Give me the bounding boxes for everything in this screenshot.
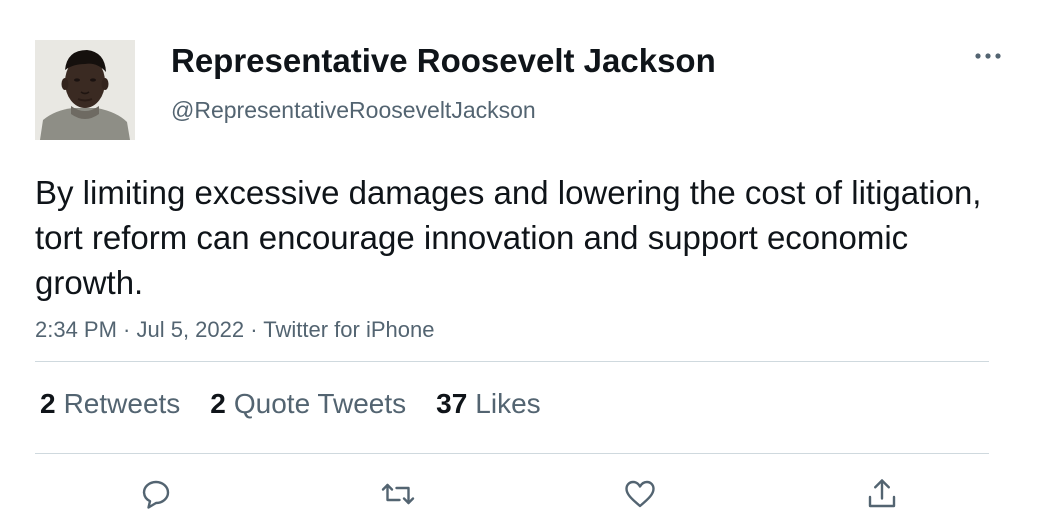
- quote-tweets-count: 2: [210, 388, 226, 419]
- author-display-name[interactable]: Representative Roosevelt Jackson: [171, 42, 716, 80]
- retweets-label: Retweets: [63, 388, 181, 419]
- retweets-count: 2: [40, 388, 56, 419]
- retweets-stat[interactable]: 2 Retweets: [40, 388, 180, 420]
- more-options-button[interactable]: [968, 44, 1008, 68]
- share-button[interactable]: [862, 474, 902, 514]
- quote-tweets-stat[interactable]: 2 Quote Tweets: [210, 388, 406, 420]
- divider: [35, 453, 989, 454]
- likes-stat[interactable]: 37 Likes: [436, 388, 541, 420]
- tweet-card: Representative Roosevelt Jackson @Repres…: [0, 0, 1050, 525]
- likes-count: 37: [436, 388, 468, 419]
- likes-label: Likes: [475, 388, 541, 419]
- engagement-stats: 2 Retweets 2 Quote Tweets 37 Likes: [40, 388, 571, 420]
- retweet-icon: [381, 483, 415, 505]
- reply-button[interactable]: [136, 474, 176, 514]
- retweet-button[interactable]: [378, 474, 418, 514]
- reply-icon: [142, 480, 170, 509]
- more-horizontal-icon: [975, 53, 1001, 59]
- share-icon: [868, 479, 896, 508]
- author-handle[interactable]: @RepresentativeRooseveltJackson: [171, 97, 536, 124]
- divider: [35, 361, 989, 362]
- avatar[interactable]: [35, 40, 135, 140]
- tweet-text: By limiting excessive damages and loweri…: [35, 174, 982, 301]
- tweet-timestamp-source[interactable]: 2:34 PM · Jul 5, 2022 · Twitter for iPho…: [35, 317, 434, 343]
- quote-tweets-label: Quote Tweets: [233, 388, 407, 419]
- avatar-image: [35, 40, 135, 140]
- like-button[interactable]: [620, 474, 660, 514]
- heart-icon: [625, 480, 655, 508]
